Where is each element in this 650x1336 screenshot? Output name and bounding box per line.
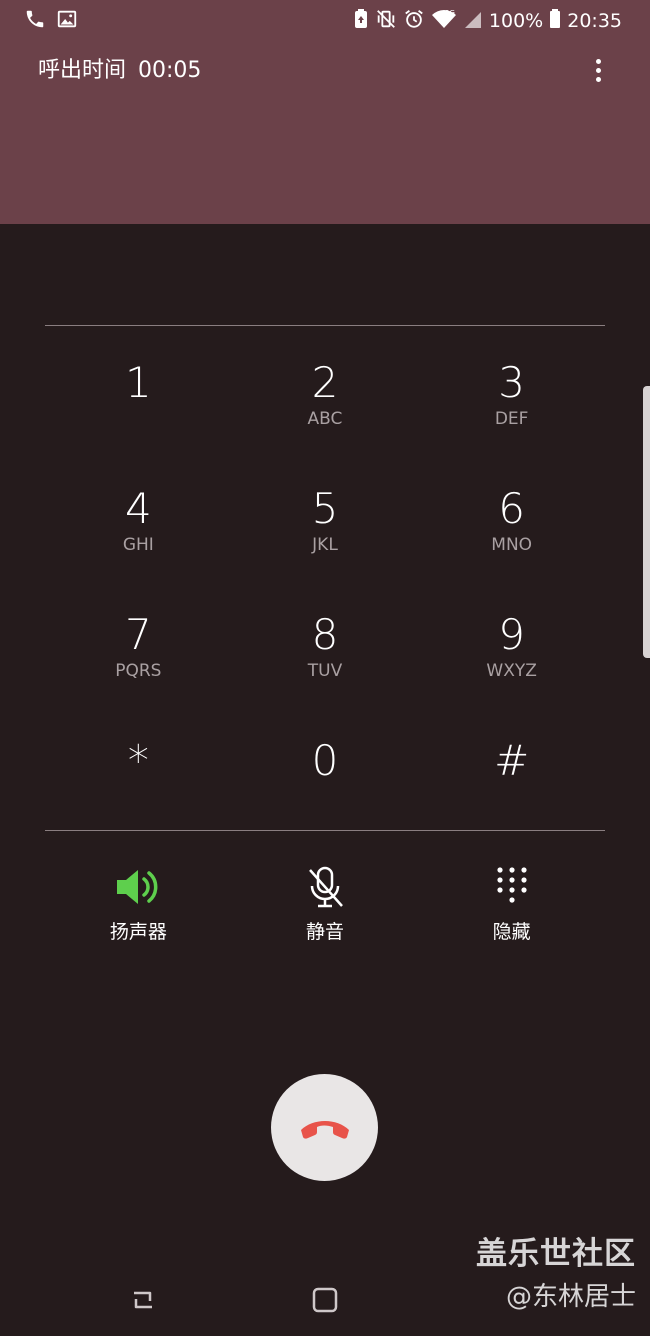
key-digit: * bbox=[127, 736, 149, 785]
call-controls: 扬声器 静音 隐藏 bbox=[45, 862, 605, 944]
key-digit: 7 bbox=[124, 610, 152, 659]
watermark: 盖乐世社区 @东林居士 bbox=[476, 1234, 636, 1314]
call-status: 呼出时间 00:05 bbox=[38, 56, 201, 86]
signal-icon bbox=[463, 8, 483, 34]
key-digit: 1 bbox=[124, 358, 152, 407]
key-digit: 9 bbox=[498, 610, 526, 659]
hide-keypad-button[interactable]: 隐藏 bbox=[418, 862, 605, 944]
speaker-button[interactable]: 扬声器 bbox=[45, 862, 232, 944]
edge-panel-handle[interactable] bbox=[643, 386, 650, 658]
call-duration: 00:05 bbox=[138, 58, 202, 83]
key-8[interactable]: 8 TUV bbox=[232, 582, 419, 708]
image-icon bbox=[56, 8, 78, 34]
mic-off-icon bbox=[300, 862, 350, 912]
mute-button[interactable]: 静音 bbox=[232, 862, 419, 944]
call-header: 2G 100% 20:35 呼出时间 00:05 bbox=[0, 0, 650, 224]
status-bar: 2G 100% 20:35 bbox=[0, 0, 650, 40]
key-9[interactable]: 9 WXYZ bbox=[418, 582, 605, 708]
key-digit: 3 bbox=[498, 358, 526, 407]
key-7[interactable]: 7 PQRS bbox=[45, 582, 232, 708]
key-digit: # bbox=[494, 736, 530, 785]
recent-apps-icon[interactable] bbox=[123, 1280, 163, 1320]
key-star[interactable]: * bbox=[45, 708, 232, 834]
more-options-icon[interactable] bbox=[590, 56, 606, 86]
clock: 20:35 bbox=[567, 10, 622, 32]
key-2[interactable]: 2 ABC bbox=[232, 330, 419, 456]
svg-text:2G: 2G bbox=[445, 9, 455, 17]
battery-percent: 100% bbox=[488, 10, 544, 32]
watermark-author: @东林居士 bbox=[505, 1282, 636, 1312]
call-status-label: 呼出时间 bbox=[38, 58, 127, 83]
end-call-icon bbox=[297, 1112, 353, 1144]
key-3[interactable]: 3 DEF bbox=[418, 330, 605, 456]
key-digit: 5 bbox=[311, 484, 339, 533]
alarm-icon bbox=[403, 8, 425, 34]
speaker-label: 扬声器 bbox=[109, 921, 167, 943]
key-0[interactable]: 0 bbox=[232, 708, 419, 834]
hide-label: 隐藏 bbox=[492, 921, 531, 943]
key-letters: PQRS bbox=[115, 661, 162, 681]
key-6[interactable]: 6 MNO bbox=[418, 456, 605, 582]
dialpad: 1 2 ABC 3 DEF 4 GHI 5 JKL 6 MNO 7 PQRS 8 TUV 9W… bbox=[45, 330, 605, 834]
wifi-icon: 2G bbox=[431, 8, 457, 34]
mute-label: 静音 bbox=[305, 921, 344, 943]
battery-icon bbox=[549, 8, 561, 34]
key-1[interactable]: 1 bbox=[45, 330, 232, 456]
speaker-icon bbox=[113, 862, 163, 912]
key-letters: JKL bbox=[312, 535, 338, 555]
key-letters: WXYZ bbox=[486, 661, 537, 681]
key-digit: 2 bbox=[311, 358, 339, 407]
vibrate-mute-icon bbox=[375, 8, 397, 34]
key-5[interactable]: 5 JKL bbox=[232, 456, 419, 582]
watermark-title: 盖乐世社区 bbox=[476, 1236, 636, 1272]
key-letters: MNO bbox=[491, 535, 533, 555]
divider-top bbox=[45, 325, 605, 326]
key-digit: 0 bbox=[311, 736, 339, 785]
divider-bottom bbox=[45, 830, 605, 831]
battery-saver-icon bbox=[353, 8, 369, 34]
key-letters: ABC bbox=[307, 409, 343, 429]
phone-icon bbox=[24, 8, 46, 34]
dialpad-icon bbox=[487, 862, 537, 912]
key-letters: DEF bbox=[494, 409, 529, 429]
key-digit: 4 bbox=[124, 484, 152, 533]
key-digit: 8 bbox=[311, 610, 339, 659]
key-4[interactable]: 4 GHI bbox=[45, 456, 232, 582]
key-letters: TUV bbox=[307, 661, 343, 681]
key-letters: GHI bbox=[122, 535, 154, 555]
key-hash[interactable]: # bbox=[418, 708, 605, 834]
key-digit: 6 bbox=[498, 484, 526, 533]
end-call-button[interactable] bbox=[271, 1074, 378, 1181]
home-icon[interactable] bbox=[305, 1280, 345, 1320]
